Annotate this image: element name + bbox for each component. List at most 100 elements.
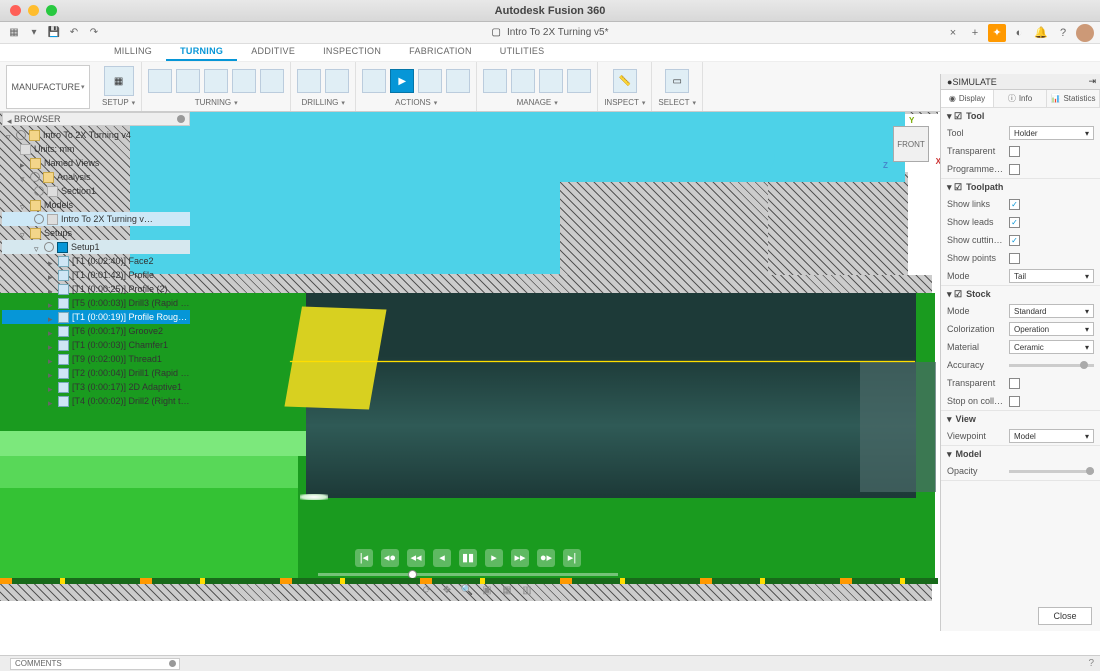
tab-utilities[interactable]: UTILITIES: [486, 44, 559, 61]
sim-links-check[interactable]: ✓: [1009, 199, 1020, 210]
help-icon[interactable]: ?: [1054, 24, 1072, 42]
sim-tp-mode-select[interactable]: Tail▾: [1009, 269, 1094, 283]
drilling-label[interactable]: DRILLING: [301, 98, 344, 107]
sim-leads-check[interactable]: ✓: [1009, 217, 1020, 228]
manage-nc-icon[interactable]: [567, 69, 591, 93]
panel-pin-icon[interactable]: ⇥: [1088, 76, 1096, 87]
browser-operation[interactable]: ▸[T3 (0:00:17)] 2D Adaptive1: [2, 380, 190, 394]
browser-operation[interactable]: ▸[T1 (0:00:19)] Profile Roughin…: [2, 310, 190, 324]
sim-colorization-select[interactable]: Operation▾: [1009, 322, 1094, 336]
browser-header[interactable]: ◂ BROWSER: [2, 112, 190, 126]
drill-bore-icon[interactable]: [325, 69, 349, 93]
inspect-label[interactable]: INSPECT: [604, 98, 645, 107]
browser-root[interactable]: ▿Intro To 2X Turning v4: [2, 128, 190, 142]
sim-accuracy-slider[interactable]: [1009, 364, 1094, 367]
sim-points-check[interactable]: [1009, 253, 1020, 264]
pan-icon[interactable]: ✥: [440, 583, 454, 597]
help-corner-icon[interactable]: ?: [1088, 658, 1094, 669]
sim-section-stock[interactable]: ▾ ☑ Stock: [941, 286, 1100, 302]
player-rewind-icon[interactable]: ◂: [433, 549, 451, 567]
browser-operation[interactable]: ▸[T4 (0:00:02)] Drill2 (Right tap): [2, 394, 190, 408]
close-doc-icon[interactable]: ×: [944, 24, 962, 42]
player-step-back-icon[interactable]: ◂◂: [407, 549, 425, 567]
turning-label[interactable]: TURNING: [195, 98, 238, 107]
sim-tab-info[interactable]: ⓘ Info: [994, 90, 1047, 107]
browser-named-views[interactable]: ▸Named Views: [2, 156, 190, 170]
job-status-icon[interactable]: ◐: [1010, 24, 1028, 42]
turning-part-icon[interactable]: [260, 69, 284, 93]
player-step-fwd-icon[interactable]: ▸▸: [511, 549, 529, 567]
browser-analysis[interactable]: ▿Analysis: [2, 170, 190, 184]
sim-material-select[interactable]: Ceramic▾: [1009, 340, 1094, 354]
player-slider[interactable]: [318, 573, 618, 576]
tab-additive[interactable]: ADDITIVE: [237, 44, 309, 61]
zoom-icon[interactable]: 🔍: [460, 583, 474, 597]
browser-models[interactable]: ▿Models: [2, 198, 190, 212]
sim-section-view[interactable]: ▾ View: [941, 411, 1100, 427]
app-menu-icon[interactable]: ▦: [6, 25, 22, 41]
sim-programmed-check[interactable]: [1009, 164, 1020, 175]
comments-field[interactable]: COMMENTS: [10, 658, 180, 670]
browser-operation[interactable]: ▸[T1 (0:01:42)] Profile: [2, 268, 190, 282]
sim-section-toolpath[interactable]: ▾ ☑ Toolpath: [941, 179, 1100, 195]
extensions-icon[interactable]: ✦: [988, 24, 1006, 42]
fit-icon[interactable]: ▣: [480, 583, 494, 597]
turning-thread-icon[interactable]: [232, 69, 256, 93]
file-menu-icon[interactable]: ▾: [26, 25, 42, 41]
notifications-icon[interactable]: 🔔: [1032, 24, 1050, 42]
browser-operation[interactable]: ▸[T6 (0:00:17)] Groove2: [2, 324, 190, 338]
sim-section-model[interactable]: ▾ Model: [941, 446, 1100, 462]
sim-section-tool[interactable]: ▾ ☑ Tool: [941, 108, 1100, 124]
simulate-title[interactable]: ● SIMULATE⇥: [941, 74, 1100, 90]
save-icon[interactable]: 💾: [46, 25, 62, 41]
new-tab-icon[interactable]: +: [966, 24, 984, 42]
turning-face-icon[interactable]: [148, 69, 172, 93]
turning-groove-icon[interactable]: [204, 69, 228, 93]
undo-icon[interactable]: ↶: [66, 25, 82, 41]
manage-tools-icon[interactable]: [483, 69, 507, 93]
viewcube[interactable]: Y FRONT X Z: [887, 122, 935, 170]
generate-icon[interactable]: [362, 69, 386, 93]
browser-setups[interactable]: ▿Setups: [2, 226, 190, 240]
player-pause-icon[interactable]: ▮▮: [459, 549, 477, 567]
player-start-icon[interactable]: |◂: [355, 549, 373, 567]
sim-tab-statistics[interactable]: 📊 Statistics: [1047, 90, 1100, 107]
browser-operation[interactable]: ▸[T2 (0:00:04)] Drill1 (Rapid o…: [2, 366, 190, 380]
player-forward-icon[interactable]: ▸: [485, 549, 503, 567]
sim-tab-display[interactable]: ◉ Display: [941, 90, 994, 107]
browser-operation[interactable]: ▸[T9 (0:02:00)] Thread1: [2, 352, 190, 366]
actions-label[interactable]: ACTIONS: [395, 98, 437, 107]
manage-addin-icon[interactable]: [539, 69, 563, 93]
browser-operation[interactable]: ▸[T1 (0:00:25)] Profile (2): [2, 282, 190, 296]
browser-model-item[interactable]: Intro To 2X Turning v…: [2, 212, 190, 226]
sim-stock-transparent-check[interactable]: [1009, 378, 1020, 389]
browser-operation[interactable]: ▸[T5 (0:00:03)] Drill3 (Rapid o…: [2, 296, 190, 310]
browser-units[interactable]: Units: mm: [2, 142, 190, 156]
drill-icon[interactable]: [297, 69, 321, 93]
grid-icon[interactable]: ▥: [520, 583, 534, 597]
setup-label[interactable]: SETUP: [102, 98, 135, 107]
turning-profile-icon[interactable]: [176, 69, 200, 93]
player-next-op-icon[interactable]: ●▸: [537, 549, 555, 567]
browser-setup1[interactable]: ▿Setup1: [2, 240, 190, 254]
tab-turning[interactable]: TURNING: [166, 44, 237, 61]
orbit-icon[interactable]: ⟳: [420, 583, 434, 597]
viewcube-front[interactable]: FRONT: [893, 126, 929, 162]
manage-task-icon[interactable]: [511, 69, 535, 93]
sim-tool-select[interactable]: Holder▾: [1009, 126, 1094, 140]
pin-icon[interactable]: [169, 660, 176, 667]
measure-icon[interactable]: 📏: [613, 69, 637, 93]
tab-fabrication[interactable]: FABRICATION: [395, 44, 486, 61]
browser-operation[interactable]: ▸[T1 (0:02:40)] Face2: [2, 254, 190, 268]
browser-operation[interactable]: ▸[T1 (0:00:03)] Chamfer1: [2, 338, 190, 352]
simulate-icon[interactable]: ▶: [390, 69, 414, 93]
workspace-switcher[interactable]: MANUFACTURE: [6, 65, 90, 109]
simulate-close-button[interactable]: Close: [1038, 607, 1092, 625]
select-icon[interactable]: ▭: [665, 69, 689, 93]
tab-inspection[interactable]: INSPECTION: [309, 44, 395, 61]
browser-section[interactable]: Section1: [2, 184, 190, 198]
user-avatar[interactable]: [1076, 24, 1094, 42]
manage-label[interactable]: MANAGE: [517, 98, 558, 107]
sim-opacity-slider[interactable]: [1009, 470, 1094, 473]
sim-tool-transparent-check[interactable]: [1009, 146, 1020, 157]
